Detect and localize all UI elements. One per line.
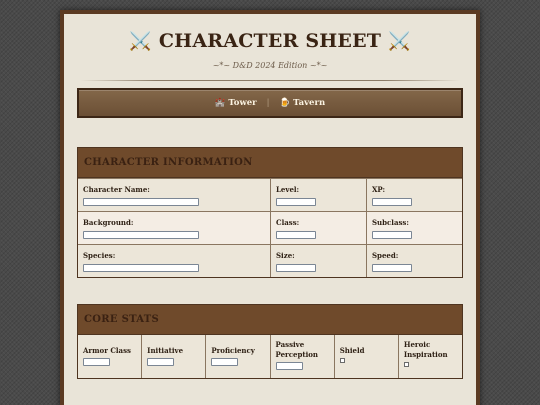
nav-link-tower[interactable]: 🏰 Tower — [215, 98, 257, 108]
heroic-inspiration-cell: Heroic Inspiration — [397, 335, 462, 378]
subclass-cell: Subclass: — [366, 212, 462, 244]
heroic-inspiration-label: Heroic Inspiration — [403, 340, 448, 359]
size-input[interactable] — [276, 264, 316, 272]
shield-checkbox[interactable] — [339, 358, 345, 363]
crossed-swords-icon: ⚔️ — [387, 31, 411, 52]
nav-link-tavern-label: Tavern — [293, 98, 326, 108]
core-stats-row: Armor Class Initiative Proficiency Passi… — [78, 335, 462, 378]
speed-input[interactable] — [372, 264, 412, 272]
class-cell: Class: — [270, 212, 366, 244]
level-label: Level: — [276, 185, 300, 194]
nav-link-tavern[interactable]: 🍺 Tavern — [280, 98, 326, 108]
character-info-row: Character Name: Level: XP: — [78, 178, 462, 211]
armor-class-cell: Armor Class — [78, 335, 141, 378]
speed-label: Speed: — [372, 251, 399, 260]
size-label: Size: — [276, 251, 295, 260]
page-title: ⚔️ CHARACTER SHEET ⚔️ — [64, 30, 476, 52]
class-label: Class: — [276, 218, 300, 227]
proficiency-label: Proficiency — [211, 346, 255, 355]
nav-separator: | — [266, 98, 270, 108]
shield-label: Shield — [339, 346, 365, 355]
xp-cell: XP: — [366, 179, 462, 211]
xp-label: XP: — [372, 185, 386, 194]
passive-perception-input[interactable] — [275, 362, 303, 370]
initiative-label: Initiative — [147, 346, 184, 355]
character-info-row: Species: Size: Speed: — [78, 244, 462, 277]
page-title-text: CHARACTER SHEET — [158, 30, 382, 52]
character-name-cell: Character Name: — [78, 179, 270, 211]
level-cell: Level: — [270, 179, 366, 211]
subclass-input[interactable] — [372, 231, 412, 239]
passive-perception-label: Passive Perception — [275, 340, 318, 359]
background-input[interactable] — [83, 231, 199, 239]
xp-input[interactable] — [372, 198, 412, 206]
armor-class-label: Armor Class — [83, 346, 131, 355]
passive-perception-cell: Passive Perception — [269, 335, 334, 378]
castle-icon: 🏰 — [214, 98, 226, 108]
proficiency-input[interactable] — [211, 358, 239, 366]
speed-cell: Speed: — [366, 245, 462, 277]
species-input[interactable] — [83, 264, 199, 272]
proficiency-cell: Proficiency — [205, 335, 269, 378]
crossed-swords-icon: ⚔️ — [129, 31, 153, 52]
character-info-row: Background: Class: Subclass: — [78, 211, 462, 244]
species-label: Species: — [83, 251, 116, 260]
character-information-heading: CHARACTER INFORMATION — [78, 148, 462, 178]
background-label: Background: — [83, 218, 134, 227]
level-input[interactable] — [276, 198, 316, 206]
character-sheet-page: ⚔️ CHARACTER SHEET ⚔️ ~*~ D&D 2024 Editi… — [60, 10, 480, 405]
character-name-input[interactable] — [83, 198, 199, 206]
initiative-input[interactable] — [147, 358, 175, 366]
core-stats-heading: CORE STATS — [78, 305, 462, 335]
core-stats-section: CORE STATS Armor Class Initiative Profic… — [77, 304, 463, 379]
shield-cell: Shield — [333, 335, 398, 378]
species-cell: Species: — [78, 245, 270, 277]
subclass-label: Subclass: — [372, 218, 409, 227]
background-cell: Background: — [78, 212, 270, 244]
beer-mug-icon: 🍺 — [279, 98, 291, 108]
character-name-label: Character Name: — [83, 185, 150, 194]
heroic-inspiration-checkbox[interactable] — [403, 362, 409, 367]
nav-link-tower-label: Tower — [228, 98, 257, 108]
initiative-cell: Initiative — [141, 335, 205, 378]
page-subtitle: ~*~ D&D 2024 Edition ~*~ — [212, 61, 328, 70]
character-information-section: CHARACTER INFORMATION Character Name: Le… — [77, 147, 463, 278]
armor-class-input[interactable] — [83, 358, 110, 366]
title-divider — [80, 80, 460, 81]
nav-bar: 🏰 Tower | 🍺 Tavern — [77, 88, 463, 118]
class-input[interactable] — [276, 231, 316, 239]
size-cell: Size: — [270, 245, 366, 277]
